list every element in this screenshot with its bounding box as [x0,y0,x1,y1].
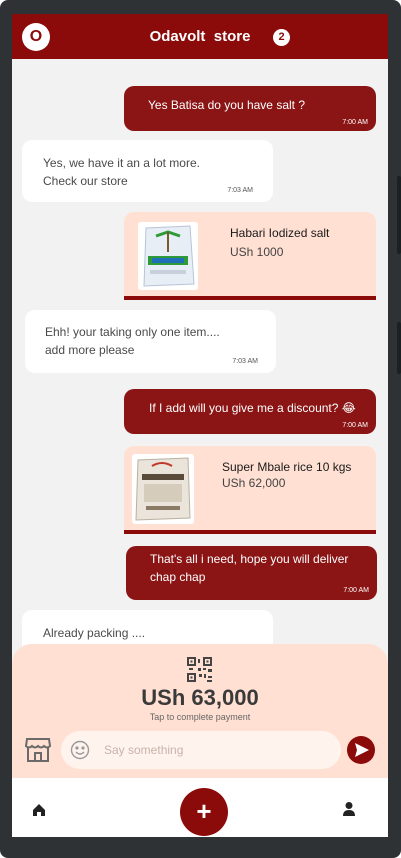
payment-total[interactable]: USh 63,000 [12,685,388,711]
home-icon[interactable] [32,803,46,817]
store-icon[interactable] [24,735,52,763]
incoming-message[interactable]: Yes, we have it an a lot more. Check our… [22,140,273,202]
message-text: Yes, we have it an a lot more. Check our… [43,156,200,188]
message-text: Yes Batisa do you have salt ? [148,98,305,112]
chat-screen: O Odavolt store 2 Yes Batisa do you have… [12,14,388,837]
message-text: Already packing .... [43,626,146,640]
payment-hint: Tap to complete payment [149,712,251,722]
incoming-message[interactable]: Ehh! your taking only one item.... add m… [25,310,276,373]
user-icon[interactable] [342,801,356,817]
side-button [397,176,401,254]
unread-badge: 2 [273,29,290,46]
outgoing-message[interactable]: If I add will you give me a discount? 😂 … [124,389,376,434]
message-text: Ehh! your taking only one item.... add m… [45,325,220,357]
outgoing-message[interactable]: Yes Batisa do you have salt ? 7:00 AM [124,86,376,131]
product-card[interactable]: Super Mbale rice 10 kgs USh 62,000 [124,446,376,534]
emoji-icon[interactable] [70,740,90,760]
message-input[interactable]: Say something [61,731,341,769]
message-time: 7:00 AM [342,422,368,429]
send-icon[interactable] [347,736,375,764]
product-card[interactable]: Habari Iodized salt USh 1000 [124,212,376,300]
product-price: USh 1000 [230,245,284,259]
product-name: Super Mbale rice 10 kgs [222,460,352,474]
message-text: That's all i need, hope you will deliver… [150,552,349,584]
add-icon[interactable]: + [180,788,228,836]
message-placeholder: Say something [104,743,184,757]
phone-frame: O Odavolt store 2 Yes Batisa do you have… [0,0,401,858]
product-image [138,222,198,290]
payment-panel: USh 63,000 Tap to complete payment Say s… [12,644,388,778]
message-time: 7:03 AM [232,358,258,365]
message-time: 7:00 AM [343,587,369,594]
chat-title: Odavolt store [149,28,251,45]
product-image [132,454,194,524]
message-time: 7:03 AM [227,187,253,194]
outgoing-message[interactable]: That's all i need, hope you will deliver… [126,546,377,600]
qr-code-icon[interactable] [187,657,212,682]
message-text: If I add will you give me a discount? 😂 [149,401,356,415]
chat-header: O Odavolt store 2 [12,14,388,59]
bottom-nav: + [12,778,388,837]
product-price: USh 62,000 [222,476,286,490]
product-name: Habari Iodized salt [230,226,330,240]
message-time: 7:00 AM [342,119,368,126]
side-button [397,322,401,374]
